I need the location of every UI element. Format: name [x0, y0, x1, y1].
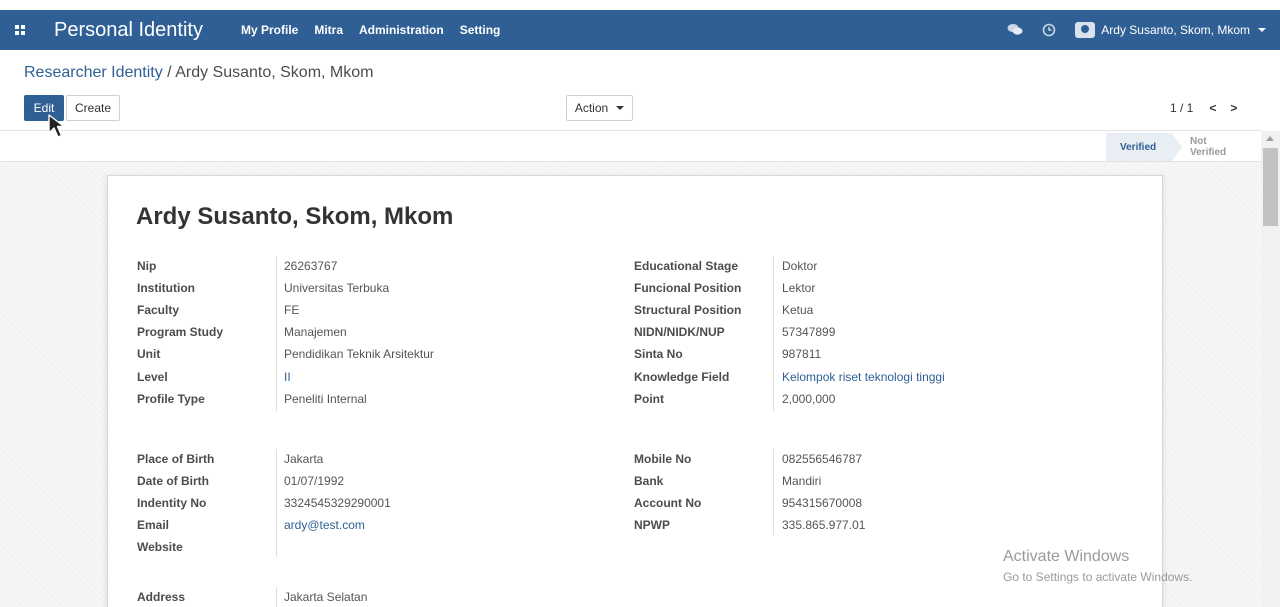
- field-label-point: Point: [634, 392, 664, 406]
- main-menu: My Profile Mitra Administration Setting: [241, 23, 500, 37]
- record-title: Ardy Susanto, Skom, Mkom: [136, 203, 454, 230]
- field-value-nidn: 57347899: [782, 325, 836, 339]
- scroll-up-arrow-icon[interactable]: [1266, 136, 1274, 141]
- field-value-program-study: Manajemen: [284, 325, 347, 339]
- field-value-funcional-position: Lektor: [782, 281, 816, 295]
- field-label-profile-type: Profile Type: [137, 392, 205, 406]
- pager-value[interactable]: 1 / 1: [1170, 101, 1193, 115]
- field-label-address: Address: [137, 590, 186, 604]
- form-sheet: [107, 175, 1163, 607]
- status-bar: [0, 131, 1261, 162]
- field-value-faculty: FE: [284, 303, 300, 317]
- field-separator: [276, 256, 277, 412]
- watermark-title: Activate Windows: [1003, 548, 1130, 565]
- field-value-structural-position: Ketua: [782, 303, 814, 317]
- pager-next-button[interactable]: >: [1230, 101, 1237, 115]
- field-value-institution: Universitas Terbuka: [284, 281, 390, 295]
- field-label-funcional-position: Funcional Position: [634, 281, 742, 295]
- field-value-place-of-birth: Jakarta: [284, 452, 324, 466]
- field-value-profile-type: Peneliti Internal: [284, 392, 367, 406]
- field-label-mobile-no: Mobile No: [634, 452, 692, 466]
- field-label-knowledge-field: Knowledge Field: [634, 370, 730, 384]
- field-value-knowledge-field[interactable]: Kelompok riset teknologi tinggi: [782, 370, 945, 384]
- field-value-account-no: 954315670008: [782, 496, 863, 510]
- menu-item-administration[interactable]: Administration: [359, 23, 444, 37]
- field-value-educational-stage: Doktor: [782, 259, 818, 273]
- breadcrumb-parent[interactable]: Researcher Identity: [24, 64, 163, 81]
- watermark-subtitle: Go to Settings to activate Windows.: [1003, 570, 1193, 584]
- chevron-down-icon: [616, 106, 625, 110]
- navbar-systray: Ardy Susanto, Skom, Mkom: [1007, 22, 1280, 38]
- field-label-website: Website: [137, 540, 183, 554]
- menu-item-mitra[interactable]: Mitra: [314, 23, 343, 37]
- field-value-nip: 26263767: [284, 259, 338, 273]
- field-value-email[interactable]: ardy@test.com: [284, 518, 365, 532]
- breadcrumb: Researcher Identity / Ardy Susanto, Skom…: [24, 64, 373, 82]
- field-separator: [276, 449, 277, 557]
- user-name: Ardy Susanto, Skom, Mkom: [1101, 23, 1250, 37]
- field-label-account-no: Account No: [634, 496, 702, 510]
- top-navbar: Personal Identity My Profile Mitra Admin…: [0, 10, 1280, 50]
- field-value-unit: Pendidikan Teknik Arsitektur: [284, 347, 434, 361]
- field-value-date-of-birth: 01/07/1992: [284, 474, 345, 488]
- field-value-mobile-no: 082556546787: [782, 452, 863, 466]
- field-label-institution: Institution: [137, 281, 195, 295]
- menu-item-setting[interactable]: Setting: [460, 23, 501, 37]
- mouse-pointer-icon: [48, 114, 65, 138]
- chevron-down-icon: [1258, 28, 1266, 32]
- field-value-bank: Mandiri: [782, 474, 822, 488]
- app-title[interactable]: Personal Identity: [54, 19, 203, 42]
- field-separator: [773, 449, 774, 535]
- field-label-bank: Bank: [634, 474, 664, 488]
- field-label-unit: Unit: [137, 347, 161, 361]
- action-button[interactable]: Action: [566, 95, 633, 121]
- pager-previous-button[interactable]: <: [1209, 101, 1216, 115]
- windows-activation-watermark: Activate Windows Go to Settings to activ…: [1003, 548, 1192, 584]
- action-button-label: Action: [574, 101, 609, 115]
- pager: 1 / 1 < >: [1170, 101, 1237, 115]
- field-label-place-of-birth: Place of Birth: [137, 452, 215, 466]
- field-label-identity-no: Indentity No: [137, 496, 207, 510]
- apps-menu-icon[interactable]: [0, 10, 40, 50]
- chat-icon[interactable]: [1007, 22, 1023, 38]
- field-label-nidn: NIDN/NIDK/NUP: [634, 325, 725, 339]
- field-value-level[interactable]: II: [284, 370, 291, 384]
- field-label-structural-position: Structural Position: [634, 303, 742, 317]
- field-value-sinta-no: 987811: [782, 347, 822, 361]
- field-value-address: Jakarta Selatan: [284, 590, 368, 604]
- menu-item-my-profile[interactable]: My Profile: [241, 23, 298, 37]
- field-value-point: 2,000,000: [782, 392, 836, 406]
- field-label-npwp: NPWP: [634, 518, 670, 532]
- avatar: [1075, 22, 1096, 38]
- scrollbar-thumb[interactable]: [1263, 148, 1278, 226]
- status-verified[interactable]: Verified: [1106, 133, 1182, 161]
- user-menu[interactable]: Ardy Susanto, Skom, Mkom: [1075, 22, 1266, 38]
- field-separator: [773, 256, 774, 412]
- field-value-npwp: 335.865.977.01: [782, 518, 866, 532]
- breadcrumb-current: Ardy Susanto, Skom, Mkom: [175, 64, 374, 81]
- breadcrumb-separator: /: [162, 64, 176, 81]
- field-label-sinta-no: Sinta No: [634, 347, 683, 361]
- field-label-educational-stage: Educational Stage: [634, 259, 739, 273]
- field-separator: [276, 587, 277, 607]
- field-label-date-of-birth: Date of Birth: [137, 474, 209, 488]
- field-label-faculty: Faculty: [137, 303, 180, 317]
- field-label-nip: Nip: [137, 259, 157, 273]
- status-not-verified[interactable]: Not Verified: [1176, 133, 1256, 161]
- field-label-level: Level: [137, 370, 168, 384]
- field-value-identity-no: 3324545329290001: [284, 496, 391, 510]
- clock-icon[interactable]: [1041, 22, 1057, 38]
- field-label-program-study: Program Study: [137, 325, 224, 339]
- field-label-email: Email: [137, 518, 170, 532]
